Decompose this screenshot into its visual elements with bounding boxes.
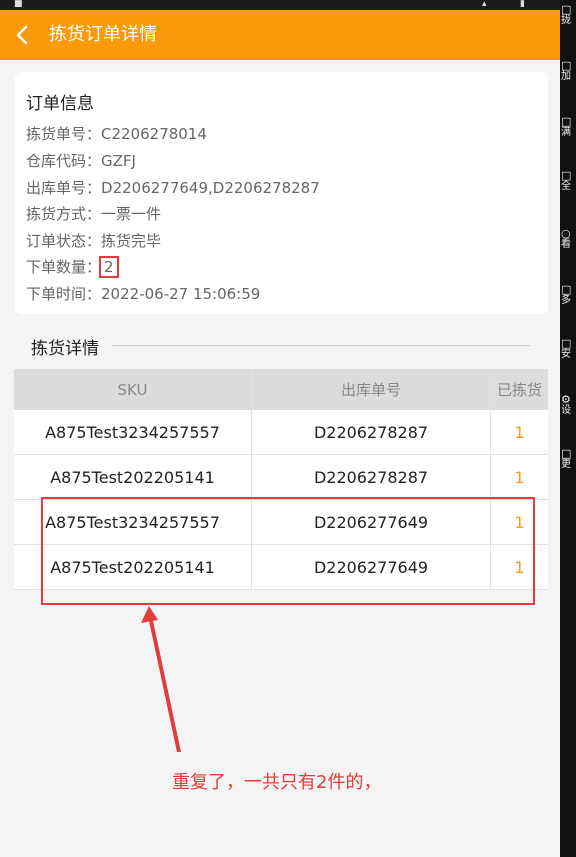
sku-cell: A875Test202205141 <box>14 545 252 589</box>
side-item-9[interactable]: □ 更 <box>561 448 576 470</box>
square-icon: □ <box>561 169 572 182</box>
pick-method-label: 拣货方式： <box>26 205 102 223</box>
pick-detail-title: 拣货详情 <box>31 339 99 359</box>
side-panel: □ 拢 □ 加 □ 满 □ 全 ○ 看 □ 多 □ 安 ⚙ 设 □ 更 <box>560 0 576 857</box>
pick-method-value: 一票一件 <box>101 205 162 223</box>
picked-cell: 1 <box>514 557 525 577</box>
side-item-3[interactable]: □ 满 <box>561 116 576 138</box>
order-status-label: 订单状态： <box>26 232 102 250</box>
picked-cell: 1 <box>514 512 525 532</box>
app-bar: 拣货订单详情 <box>0 10 560 60</box>
square-icon: □ <box>561 59 572 72</box>
page-title: 拣货订单详情 <box>49 24 157 45</box>
warehouse-code-label: 仓库代码： <box>26 152 102 170</box>
side-item-label: 安 <box>561 349 571 360</box>
order-column-header: 出库单号 <box>252 369 491 410</box>
square-icon: □ <box>561 337 572 350</box>
side-item-label: 多 <box>561 295 571 306</box>
order-cell: D2206278287 <box>252 455 491 499</box>
annotation-note: 重复了，一共只有2件的， <box>172 772 382 793</box>
side-item-label: 更 <box>561 459 571 470</box>
outbound-number-label: 出库单号： <box>26 179 102 197</box>
picked-cell: 1 <box>514 467 525 487</box>
order-cell: D2206278287 <box>252 410 491 454</box>
table-row: A875Test202205141 D2206277649 1 <box>14 545 548 590</box>
pick-number-label: 拣货单号： <box>26 125 102 143</box>
outbound-number-row: 出库单号：D2206277649,D2206278287 <box>26 177 320 198</box>
battery-icon: ▮ <box>520 0 525 9</box>
warehouse-code-row: 仓库代码：GZFJ <box>26 150 136 171</box>
back-arrow-icon[interactable] <box>10 20 34 50</box>
sku-cell: A875Test202205141 <box>14 455 252 499</box>
sku-cell: A875Test3234257557 <box>14 500 252 544</box>
order-time-row: 下单时间：2022-06-27 15:06:59 <box>26 283 260 304</box>
signal-icon: ▴ <box>482 0 487 9</box>
side-item-5[interactable]: ○ 看 <box>561 228 576 250</box>
side-item-4[interactable]: □ 全 <box>561 170 576 192</box>
table-row: A875Test3234257557 D2206278287 1 <box>14 410 548 455</box>
phone-screen: ■ ▴ ▮ 拣货订单详情 订单信息 拣货单号：C2206278014 仓库代码：… <box>0 0 560 857</box>
order-cell: D2206277649 <box>252 500 491 544</box>
section-divider <box>112 345 530 346</box>
square-icon: □ <box>561 115 572 128</box>
sku-cell: A875Test3234257557 <box>14 410 252 454</box>
table-row: A875Test202205141 D2206278287 1 <box>14 455 548 500</box>
side-item-label: 拢 <box>561 15 571 26</box>
side-item-1[interactable]: □ 拢 <box>561 4 576 26</box>
side-item-label: 全 <box>561 181 571 192</box>
picked-cell: 1 <box>514 422 525 442</box>
order-info-title: 订单信息 <box>26 94 94 114</box>
pick-method-row: 拣货方式：一票一件 <box>26 203 161 224</box>
notification-icon: ■ <box>14 0 23 9</box>
order-quantity-row: 下单数量： 2 <box>26 256 119 278</box>
side-item-label: 设 <box>561 405 571 416</box>
side-item-7[interactable]: □ 安 <box>561 338 576 360</box>
order-time-value: 2022-06-27 15:06:59 <box>101 285 261 303</box>
square-icon: □ <box>561 3 572 16</box>
square-icon: □ <box>561 283 572 296</box>
order-quantity-value: 2 <box>99 256 119 278</box>
order-status-value: 拣货完毕 <box>101 232 162 250</box>
order-status-row: 订单状态：拣货完毕 <box>26 230 161 251</box>
side-item-label: 加 <box>561 71 571 82</box>
warehouse-code-value: GZFJ <box>101 152 136 170</box>
side-item-6[interactable]: □ 多 <box>561 284 576 306</box>
pick-number-row: 拣货单号：C2206278014 <box>26 123 207 144</box>
pick-detail-table: SKU 出库单号 已拣货 A875Test3234257557 D2206278… <box>14 369 548 590</box>
side-item-8[interactable]: ⚙ 设 <box>561 394 576 416</box>
order-cell: D2206277649 <box>252 545 491 589</box>
circle-icon: ○ <box>561 227 571 240</box>
order-time-label: 下单时间： <box>26 285 102 303</box>
square-icon: □ <box>561 447 572 460</box>
picked-column-header: 已拣货 <box>496 381 542 399</box>
side-item-label: 满 <box>561 127 571 138</box>
side-item-2[interactable]: □ 加 <box>561 60 576 82</box>
table-header: SKU 出库单号 已拣货 <box>14 369 548 410</box>
status-bar: ■ ▴ ▮ <box>0 0 560 10</box>
sku-column-header: SKU <box>14 369 252 410</box>
order-info-card: 订单信息 拣货单号：C2206278014 仓库代码：GZFJ 出库单号：D22… <box>15 72 548 314</box>
side-item-label: 看 <box>561 239 571 250</box>
outbound-number-value: D2206277649,D2206278287 <box>101 179 320 197</box>
pick-number-value: C2206278014 <box>101 125 207 143</box>
table-row: A875Test3234257557 D2206277649 1 <box>14 500 548 545</box>
order-quantity-label: 下单数量： <box>26 258 102 276</box>
gear-icon: ⚙ <box>561 393 571 406</box>
